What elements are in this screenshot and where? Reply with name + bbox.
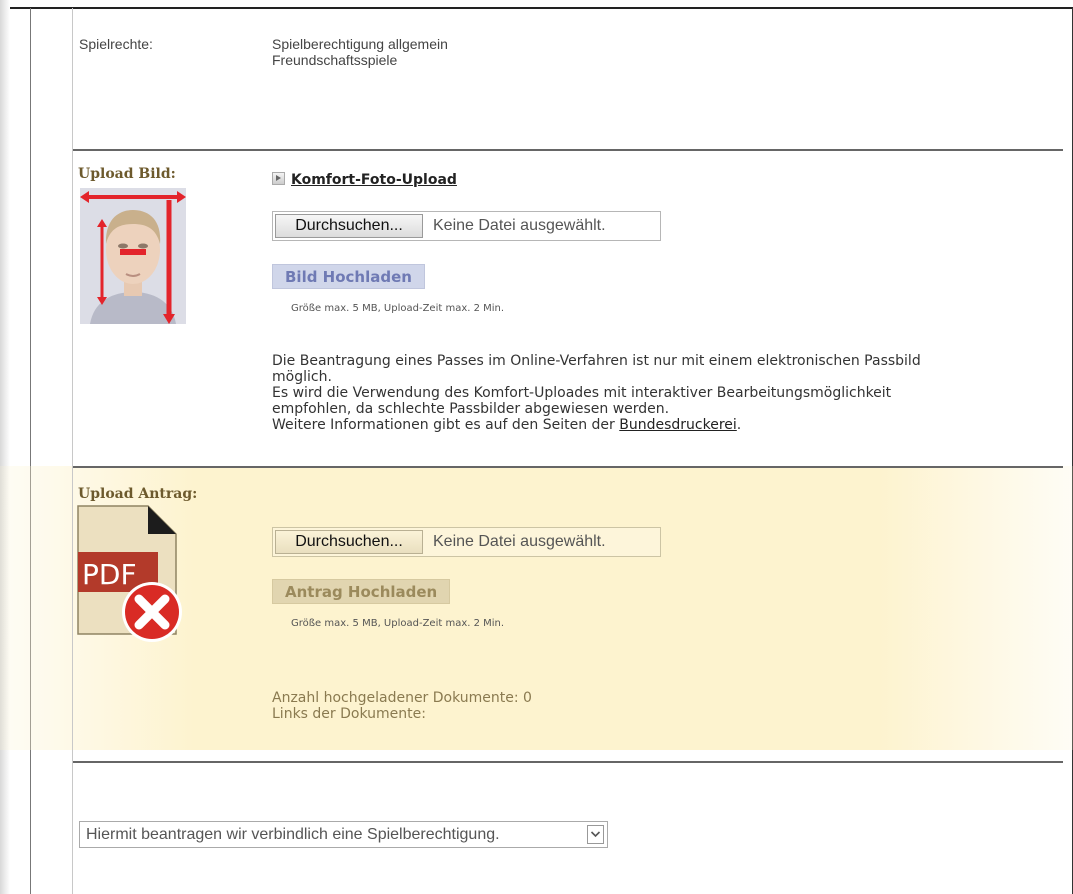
bild-hochladen-button[interactable]: Bild Hochladen [272,264,425,289]
spielrechte-value-1: Spielberechtigung allgemein [272,36,448,52]
frame-top-border [10,7,1073,9]
section-separator [73,466,1063,468]
frame-left-border [30,8,31,894]
document-count: Anzahl hochgeladener Dokumente: 0 [272,690,532,706]
info-more-line: Weitere Informationen gibt es auf den Se… [272,417,1062,433]
komfort-foto-upload-link[interactable]: Komfort-Foto-Upload [272,172,457,188]
select-value: Hiermit beantragen wir verbindlich eine … [86,826,500,843]
antrag-browse-button[interactable]: Durchsuchen... [275,530,423,554]
document-count-info: Anzahl hochgeladener Dokumente: 0 Links … [272,690,532,722]
info-more-suffix: . [736,417,742,433]
info-line: möglich. [272,369,332,385]
upload-bild-label: Upload Bild: [78,166,176,182]
chevron-down-icon[interactable] [587,825,604,844]
document-links: Links der Dokumente: [272,706,426,722]
antrag-file-status: Keine Datei ausgewählt. [433,533,606,550]
bundesdruckerei-link[interactable]: Bundesdruckerei [619,417,737,433]
bild-file-input[interactable]: Durchsuchen... Keine Datei ausgewählt. [272,211,661,241]
info-line: Die Beantragung eines Passes im Online-V… [272,353,921,369]
section-separator [73,149,1063,151]
bild-upload-hint: Größe max. 5 MB, Upload-Zeit max. 2 Min. [291,303,505,314]
bild-file-status: Keine Datei ausgewählt. [433,217,606,234]
info-line: empfohlen, da schlechte Passbilder abgew… [272,401,670,417]
pdf-error-icon: PDF [77,505,182,642]
play-arrow-icon [272,172,285,185]
passbild-guide-image [80,188,186,324]
komfort-link-text: Komfort-Foto-Upload [291,172,457,188]
spielrechte-value-2: Freundschaftsspiele [272,52,398,68]
antrag-upload-hint: Größe max. 5 MB, Upload-Zeit max. 2 Min. [291,618,505,629]
passbild-info-text: Die Beantragung eines Passes im Online-V… [272,353,1062,433]
antrag-file-input[interactable]: Durchsuchen... Keine Datei ausgewählt. [272,527,661,557]
bild-browse-button[interactable]: Durchsuchen... [275,214,423,238]
antrag-confirmation-select[interactable]: Hiermit beantragen wir verbindlich eine … [79,821,608,848]
page-shadow [0,0,10,894]
pdf-label: PDF [82,558,137,591]
spielrechte-label: Spielrechte: [79,36,153,52]
info-more-prefix: Weitere Informationen gibt es auf den Se… [272,417,620,433]
section-separator [73,761,1063,763]
upload-antrag-label: Upload Antrag: [78,486,198,502]
antrag-hochladen-button[interactable]: Antrag Hochladen [272,579,451,604]
info-line: Es wird die Verwendung des Komfort-Uploa… [272,385,892,401]
